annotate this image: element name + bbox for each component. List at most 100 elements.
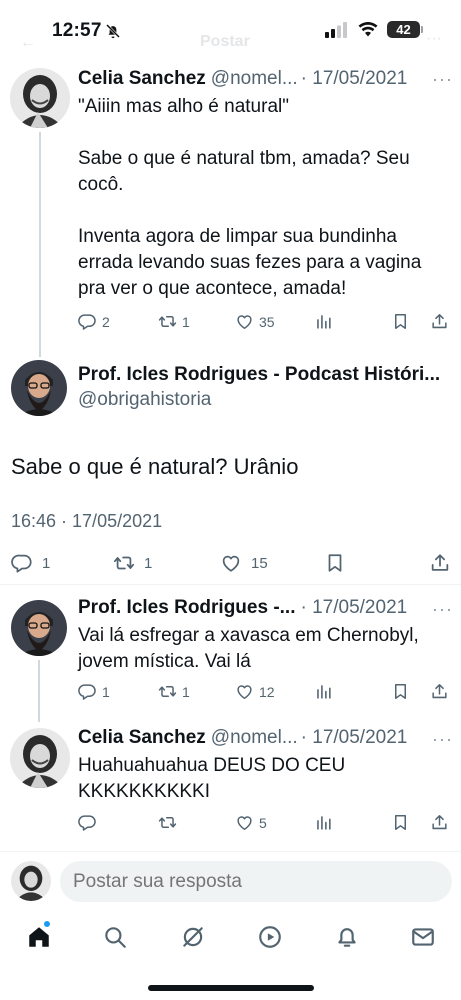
tweet-text: "Aiiin mas alho é natural" Sabe o que é … — [78, 96, 422, 299]
tab-notifications[interactable] — [334, 924, 360, 950]
retweet-count: 1 — [182, 683, 190, 700]
author-handle[interactable]: @nomel... — [211, 727, 298, 749]
tweet-header: Celia Sanchez @nomel... · 17/05/2021 — [78, 727, 407, 749]
more-icon[interactable]: ··· — [432, 69, 453, 90]
tab-grok[interactable] — [180, 924, 206, 950]
bookmark-button[interactable] — [391, 312, 410, 331]
back-arrow-icon[interactable]: ← — [20, 34, 36, 52]
avatar[interactable] — [11, 600, 67, 656]
reply-button[interactable]: 1 — [11, 552, 50, 574]
author-name[interactable]: Celia Sanchez — [78, 68, 206, 90]
header-title: Postar — [200, 33, 250, 50]
reply-icon — [78, 682, 97, 701]
like-icon — [235, 682, 254, 701]
author-handle[interactable]: @obrigahistoria — [78, 389, 211, 411]
tab-home[interactable] — [26, 924, 52, 950]
views-icon — [314, 682, 333, 701]
like-count: 5 — [259, 814, 267, 831]
notifications-icon — [338, 928, 356, 947]
home-indicator — [148, 985, 314, 991]
like-count: 12 — [259, 683, 275, 700]
retweet-count: 1 — [182, 313, 190, 330]
bookmark-button[interactable] — [324, 552, 346, 574]
tweet-actions: 1 1 15 — [11, 552, 451, 574]
views-icon — [314, 312, 333, 331]
bell-slash-icon — [106, 24, 120, 39]
like-count: 35 — [259, 313, 275, 330]
retweet-button[interactable]: 1 — [158, 682, 190, 701]
like-button[interactable]: 15 — [220, 552, 268, 574]
views-icon — [314, 813, 333, 832]
signal-icon — [325, 22, 347, 38]
share-icon — [429, 552, 451, 574]
my-avatar[interactable] — [11, 861, 51, 901]
share-button[interactable] — [430, 682, 449, 701]
retweet-button[interactable] — [158, 813, 177, 832]
tab-messages[interactable] — [410, 924, 436, 950]
messages-icon — [412, 928, 434, 946]
grok-icon — [183, 927, 203, 947]
author-name[interactable]: Prof. Icles Rodrigues -... — [78, 597, 296, 619]
share-button[interactable] — [429, 552, 451, 574]
views-button[interactable] — [314, 682, 333, 701]
reply-icon — [78, 312, 97, 331]
status-time: 12:57 — [52, 20, 102, 41]
tweet-date[interactable]: · 17/05/2021 — [301, 68, 408, 90]
tab-search[interactable] — [102, 924, 128, 950]
thread-line — [38, 660, 40, 722]
tweet-text: Huahuahuahua DEUS DO CEU KKKKKKKKKKI — [78, 755, 346, 802]
like-icon — [235, 312, 254, 331]
divider — [0, 851, 461, 852]
status-bar: ← Postar ··· 12:57 42 — [0, 0, 461, 62]
thread-line — [39, 132, 41, 357]
reply-icon — [78, 813, 97, 832]
home-icon — [29, 927, 49, 947]
views-button[interactable] — [314, 312, 333, 331]
like-button[interactable]: 12 — [235, 682, 275, 701]
reply-icon — [11, 552, 33, 574]
share-icon — [430, 682, 449, 701]
author-name[interactable]: Celia Sanchez — [78, 727, 206, 749]
wifi-icon — [358, 22, 378, 37]
like-button[interactable]: 5 — [235, 813, 267, 832]
tweet-text: Vai lá esfregar a xavasca em Chernobyl, … — [78, 625, 419, 672]
retweet-icon — [158, 682, 177, 701]
views-button[interactable] — [314, 813, 333, 832]
battery-indicator: 42 — [387, 21, 420, 38]
retweet-count: 1 — [144, 554, 153, 572]
tweet-date[interactable]: · 17/05/2021 — [301, 727, 408, 749]
author-name[interactable]: Prof. Icles Rodrigues - Podcast Históri.… — [78, 364, 450, 386]
share-icon — [430, 813, 449, 832]
reply-button[interactable]: 1 — [78, 682, 110, 701]
header-more-icon[interactable]: ··· — [426, 30, 442, 48]
more-icon[interactable]: ··· — [432, 599, 453, 620]
bookmark-icon — [391, 813, 410, 832]
tweet-date[interactable]: · 17/05/2021 — [301, 597, 408, 619]
like-button[interactable]: 35 — [235, 312, 275, 331]
reply-count: 2 — [102, 313, 110, 330]
bookmark-button[interactable] — [391, 682, 410, 701]
share-button[interactable] — [430, 813, 449, 832]
reply-button[interactable] — [78, 813, 97, 832]
more-icon[interactable]: ··· — [432, 729, 453, 750]
avatar[interactable] — [11, 360, 67, 416]
tweet-actions: 1 1 12 — [78, 682, 450, 704]
search-icon — [105, 927, 126, 948]
tab-video[interactable] — [257, 924, 283, 950]
divider — [0, 584, 461, 585]
tweet-text: Sabe o que é natural? Urânio — [11, 454, 299, 479]
avatar[interactable] — [10, 68, 70, 128]
share-button[interactable] — [430, 312, 449, 331]
like-icon — [220, 552, 242, 574]
bookmark-button[interactable] — [391, 813, 410, 832]
author-handle[interactable]: @nomel... — [211, 68, 298, 90]
avatar[interactable] — [10, 728, 70, 788]
reply-input[interactable] — [60, 861, 452, 902]
reply-button[interactable]: 2 — [78, 312, 110, 331]
reply-count: 1 — [42, 554, 51, 572]
retweet-icon — [158, 813, 177, 832]
like-icon — [235, 813, 254, 832]
bookmark-icon — [324, 552, 346, 574]
retweet-button[interactable]: 1 — [113, 552, 152, 574]
retweet-button[interactable]: 1 — [158, 312, 190, 331]
